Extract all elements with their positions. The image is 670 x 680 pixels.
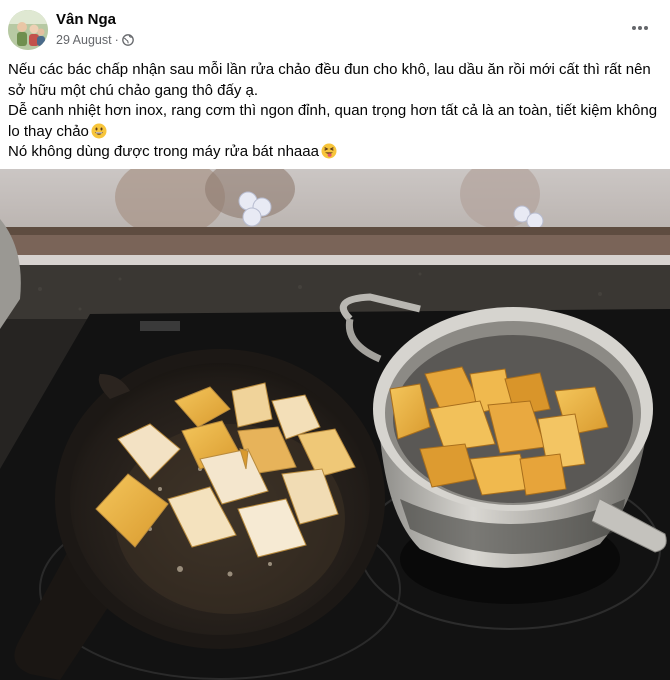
facebook-post: Vân Nga 29 August · Nếu các bác chấp nhậ…	[0, 0, 670, 680]
post-date[interactable]: 29 August	[56, 33, 112, 47]
post-header: Vân Nga 29 August ·	[0, 0, 670, 56]
post-line-1: Nếu các bác chấp nhận sau mỗi lần rửa ch…	[8, 61, 651, 99]
post-meta: 29 August ·	[56, 33, 134, 47]
author-name[interactable]: Vân Nga	[56, 11, 116, 28]
avatar-photo	[8, 10, 48, 50]
post-photo[interactable]	[0, 169, 670, 680]
author-avatar[interactable]	[8, 10, 48, 50]
more-options-button[interactable]	[626, 14, 654, 42]
post-text: Nếu các bác chấp nhận sau mỗi lần rửa ch…	[8, 60, 658, 163]
meta-separator: ·	[114, 33, 119, 47]
grinning-face-emoji	[91, 123, 107, 138]
post-line-2: Dễ canh nhiệt hơn inox, rang cơm thì ngo…	[8, 102, 658, 140]
globe-icon[interactable]	[121, 34, 134, 46]
post-line-3: Nó không dùng được trong máy rửa bát nha…	[8, 142, 658, 163]
more-options-icon	[632, 26, 648, 30]
squinting-tongue-face-emoji	[321, 143, 337, 159]
cooking-photo	[0, 169, 670, 680]
